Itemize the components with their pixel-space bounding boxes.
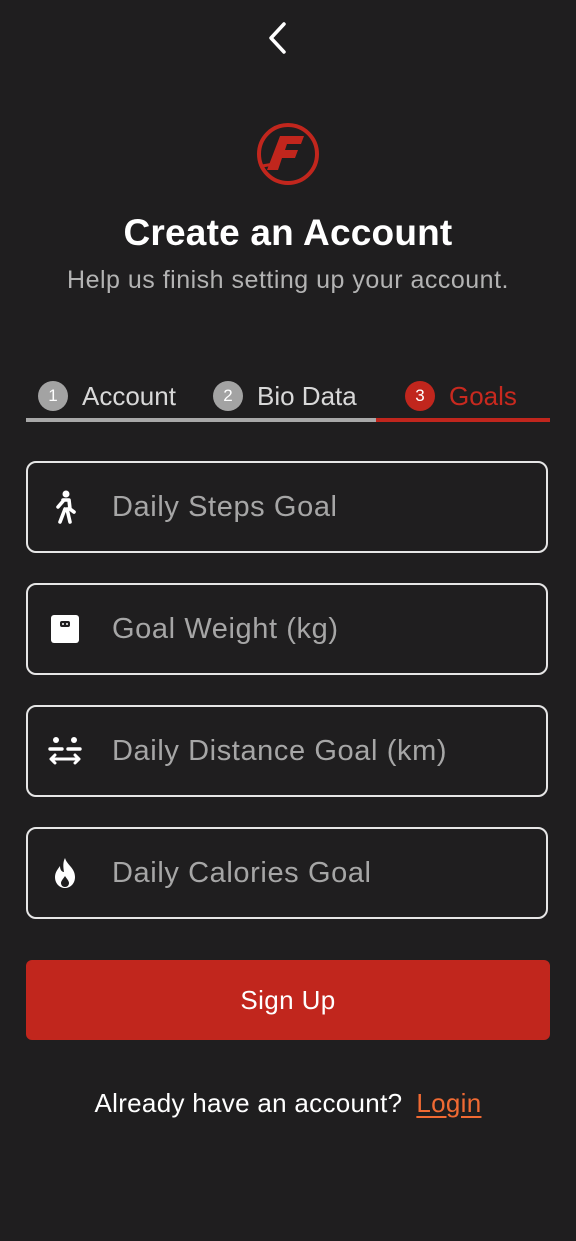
- step-number: 2: [213, 381, 243, 411]
- page-title: Create an Account: [123, 212, 453, 253]
- login-prompt-text: Already have an account?: [94, 1088, 403, 1118]
- goal-weight-input[interactable]: [112, 612, 512, 646]
- flame-icon: [48, 856, 82, 890]
- page-subtitle: Help us finish setting up your account.: [67, 266, 509, 294]
- walking-person-icon: [48, 490, 82, 524]
- login-prompt: Already have an account? Login: [0, 1088, 576, 1119]
- step-label: Goals: [449, 380, 517, 411]
- daily-calories-goal-field[interactable]: [26, 827, 548, 919]
- login-link[interactable]: Login: [416, 1088, 481, 1118]
- goal-weight-field[interactable]: [26, 583, 548, 675]
- create-account-page: Create an Account Help us finish setting…: [0, 0, 576, 1241]
- back-button[interactable]: [258, 16, 298, 60]
- step-number: 1: [38, 381, 68, 411]
- signup-stepper: 1 Account 2 Bio Data 3 Goals: [26, 372, 550, 424]
- chevron-left-icon: [269, 22, 286, 54]
- daily-calories-goal-input[interactable]: [112, 856, 512, 890]
- step-label: Account: [82, 380, 176, 411]
- step-progress-active: [376, 418, 550, 422]
- daily-steps-goal-input[interactable]: [112, 490, 512, 524]
- daily-distance-goal-input[interactable]: [112, 734, 512, 768]
- distance-icon: [48, 734, 82, 768]
- step-label: Bio Data: [257, 380, 357, 411]
- brand-logo: [257, 123, 319, 185]
- step-progress-track: [26, 418, 376, 422]
- step-account[interactable]: 1 Account: [38, 376, 176, 416]
- sign-up-button[interactable]: Sign Up: [26, 960, 550, 1040]
- step-bio-data[interactable]: 2 Bio Data: [213, 376, 357, 416]
- daily-distance-goal-field[interactable]: [26, 705, 548, 797]
- daily-steps-goal-field[interactable]: [26, 461, 548, 553]
- step-number: 3: [405, 381, 435, 411]
- weight-scale-icon: [48, 612, 82, 646]
- step-goals[interactable]: 3 Goals: [405, 376, 517, 416]
